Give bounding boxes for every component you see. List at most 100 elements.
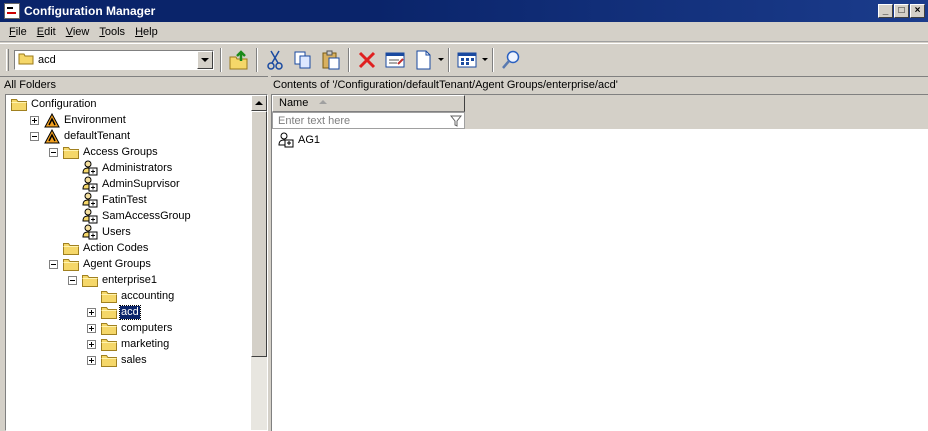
list-item[interactable]: AG1 [278, 132, 321, 148]
tree-item[interactable]: Environment [30, 112, 127, 128]
tree-item-label: accounting [121, 289, 175, 302]
sort-ascending-icon [319, 100, 327, 104]
filter-input[interactable] [273, 113, 448, 128]
column-header-empty [465, 95, 928, 129]
folder-icon [63, 145, 79, 159]
tree-item-label: marketing [121, 337, 170, 350]
up-folder-button[interactable] [226, 47, 252, 73]
expand-icon[interactable] [30, 115, 39, 125]
find-button[interactable] [498, 47, 524, 73]
access-group-icon [82, 192, 98, 208]
tree-item[interactable]: accounting [87, 288, 175, 304]
cut-icon [267, 50, 283, 70]
name-filter [272, 112, 465, 129]
tree-item[interactable]: Action Codes [49, 240, 149, 256]
copy-icon [294, 51, 311, 68]
location-combo[interactable]: acd [14, 49, 214, 70]
new-document-icon [416, 50, 431, 69]
tree-item[interactable]: AdminSuprvisor [68, 176, 181, 192]
paste-button[interactable] [318, 47, 344, 73]
title-bar: Configuration Manager _ □ × [0, 0, 928, 22]
collapse-icon[interactable] [68, 275, 77, 285]
window-title: Configuration Manager [24, 4, 156, 18]
tree-item[interactable]: computers [87, 320, 173, 336]
contents-path-header: Contents of '/Configuration/defaultTenan… [271, 76, 928, 93]
tree-item-label: Users [102, 225, 131, 238]
tree-item-label: Access Groups [83, 145, 158, 158]
tree-item[interactable]: FatinTest [68, 192, 148, 208]
paste-icon [322, 50, 340, 69]
view-dropdown[interactable] [481, 47, 489, 73]
expand-icon[interactable] [87, 307, 96, 317]
tree-item[interactable]: sales [87, 352, 148, 368]
tree-item[interactable]: Users [68, 224, 132, 240]
menu-bar: File Edit View Tools Help [0, 22, 928, 42]
filter-icon[interactable] [448, 113, 464, 128]
folder-icon [101, 353, 117, 367]
collapse-icon[interactable] [30, 131, 39, 141]
collapse-icon[interactable] [49, 147, 58, 157]
minimize-button[interactable]: _ [878, 4, 893, 18]
maximize-button[interactable]: □ [894, 4, 909, 18]
tree-item-label: Environment [64, 113, 126, 126]
folder-icon [18, 52, 34, 68]
tree-item-label: AdminSuprvisor [102, 177, 180, 190]
tree-item-label: enterprise1 [102, 273, 158, 286]
expand-icon[interactable] [87, 355, 96, 365]
tree-item[interactable]: enterprise1 [68, 272, 158, 288]
tree-item-label: SamAccessGroup [102, 209, 191, 222]
combo-dropdown-button[interactable] [197, 50, 213, 69]
up-folder-icon [229, 49, 248, 69]
contents-list[interactable]: Name AG1 [271, 94, 928, 431]
list-item-label: AG1 [298, 133, 321, 146]
menu-view[interactable]: View [61, 26, 95, 38]
toolbar: acd [0, 43, 928, 75]
toolbar-grip[interactable] [6, 48, 9, 71]
tree-scrollbar[interactable] [251, 95, 267, 430]
tree-item[interactable]: SamAccessGroup [68, 208, 192, 224]
agent-group-icon [278, 132, 294, 148]
folder-icon [101, 321, 117, 335]
collapse-icon[interactable] [49, 259, 58, 269]
properties-button[interactable] [382, 47, 408, 73]
menu-help[interactable]: Help [130, 26, 163, 38]
folder-icon [63, 241, 79, 255]
name-column-header[interactable]: Name [272, 95, 465, 112]
tree-item[interactable]: Configuration [11, 96, 97, 112]
tree-item[interactable]: Access Groups [49, 144, 159, 160]
cut-button[interactable] [262, 47, 288, 73]
close-button[interactable]: × [910, 4, 925, 18]
delete-icon [358, 51, 376, 68]
expand-icon[interactable] [87, 339, 96, 349]
access-group-icon [82, 176, 98, 192]
menu-edit[interactable]: Edit [32, 26, 61, 38]
menu-file[interactable]: File [4, 26, 32, 38]
copy-button[interactable] [290, 47, 316, 73]
location-value: acd [38, 53, 56, 66]
tree-item-label: Agent Groups [83, 257, 151, 270]
new-object-button[interactable] [410, 47, 436, 73]
tree-item-label: sales [121, 353, 147, 366]
delete-button[interactable] [354, 47, 380, 73]
folder-icon [11, 97, 27, 111]
folder-icon [63, 257, 79, 271]
tree-item[interactable]: Agent Groups [49, 256, 152, 272]
tree-item[interactable]: acd [87, 304, 141, 320]
folder-tree[interactable]: Configuration Environment defaultTenant Acc… [5, 94, 268, 431]
scroll-thumb[interactable] [251, 111, 267, 357]
app-icon [4, 3, 20, 19]
view-grid-icon [457, 52, 477, 67]
tree-item[interactable]: Administrators [68, 160, 173, 176]
menu-tools[interactable]: Tools [94, 26, 130, 38]
tree-item[interactable]: defaultTenant [30, 128, 131, 144]
tree-item[interactable]: marketing [87, 336, 170, 352]
view-button[interactable] [454, 47, 480, 73]
folder-icon [101, 289, 117, 303]
tenant-icon [44, 112, 60, 127]
tenant-icon [44, 128, 60, 143]
folder-icon [101, 337, 117, 351]
search-icon [502, 50, 520, 69]
new-object-dropdown[interactable] [437, 47, 445, 73]
scroll-up-button[interactable] [251, 95, 267, 111]
expand-icon[interactable] [87, 323, 96, 333]
